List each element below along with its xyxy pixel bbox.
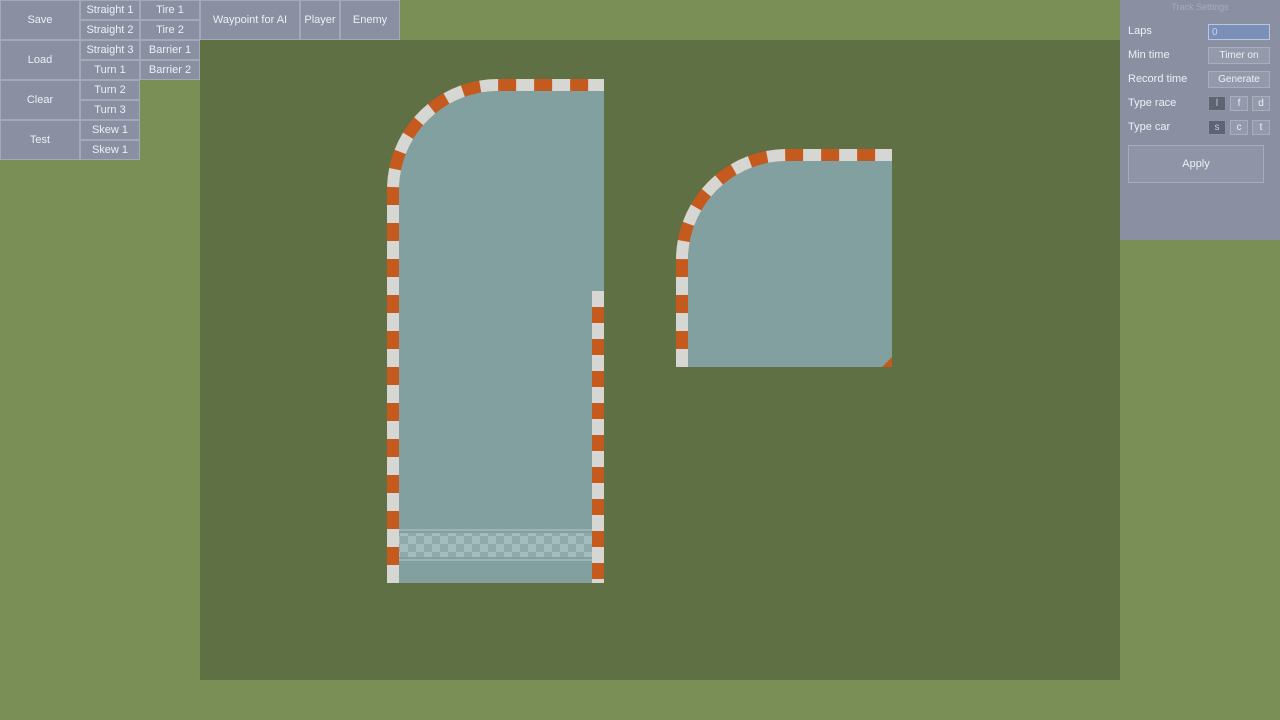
type-car-option-t[interactable]: t bbox=[1252, 120, 1270, 135]
type-car-option-c[interactable]: c bbox=[1230, 120, 1248, 135]
type-race-label: Type race bbox=[1128, 97, 1177, 109]
finish-line bbox=[399, 533, 592, 557]
track-settings-panel: Track Settings Laps Min time Timer on Re… bbox=[1120, 0, 1280, 240]
track-piece-turn[interactable] bbox=[676, 149, 892, 367]
player-button[interactable]: Player bbox=[300, 0, 340, 40]
test-button[interactable]: Test bbox=[0, 120, 80, 160]
skew-1-alt-button[interactable]: Skew 1 bbox=[80, 140, 140, 160]
tire-1-button[interactable]: Tire 1 bbox=[140, 0, 200, 20]
type-race-option-f[interactable]: f bbox=[1230, 96, 1248, 111]
straight-1-button[interactable]: Straight 1 bbox=[80, 0, 140, 20]
laps-input[interactable] bbox=[1208, 24, 1270, 40]
record-time-label: Record time bbox=[1128, 73, 1188, 85]
clear-button[interactable]: Clear bbox=[0, 80, 80, 120]
generate-button[interactable]: Generate bbox=[1208, 71, 1270, 88]
track-piece-turn-straight[interactable] bbox=[387, 79, 604, 583]
type-car-label: Type car bbox=[1128, 121, 1171, 133]
type-car-option-s[interactable]: s bbox=[1208, 120, 1226, 135]
min-time-label: Min time bbox=[1128, 49, 1170, 61]
turn-2-button[interactable]: Turn 2 bbox=[80, 80, 140, 100]
tire-2-button[interactable]: Tire 2 bbox=[140, 20, 200, 40]
load-button[interactable]: Load bbox=[0, 40, 80, 80]
straight-3-button[interactable]: Straight 3 bbox=[80, 40, 140, 60]
track-canvas[interactable] bbox=[200, 40, 1120, 680]
skew-1-button[interactable]: Skew 1 bbox=[80, 120, 140, 140]
track-pieces bbox=[387, 79, 892, 583]
turn-1-button[interactable]: Turn 1 bbox=[80, 60, 140, 80]
type-race-option-l[interactable]: l bbox=[1208, 96, 1226, 111]
waypoint-button[interactable]: Waypoint for AI bbox=[200, 0, 300, 40]
enemy-button[interactable]: Enemy bbox=[340, 0, 400, 40]
save-button[interactable]: Save bbox=[0, 0, 80, 40]
barrier-1-button[interactable]: Barrier 1 bbox=[140, 40, 200, 60]
barrier-2-button[interactable]: Barrier 2 bbox=[140, 60, 200, 80]
apply-button[interactable]: Apply bbox=[1128, 145, 1264, 183]
laps-label: Laps bbox=[1128, 25, 1152, 37]
straight-2-button[interactable]: Straight 2 bbox=[80, 20, 140, 40]
type-race-option-d[interactable]: d bbox=[1252, 96, 1270, 111]
timer-on-button[interactable]: Timer on bbox=[1208, 47, 1270, 64]
turn-3-button[interactable]: Turn 3 bbox=[80, 100, 140, 120]
panel-title: Track Settings bbox=[1171, 2, 1229, 12]
